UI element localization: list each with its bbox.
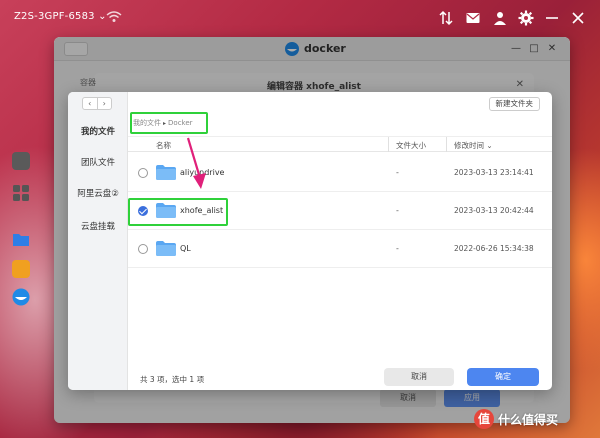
docker-icon[interactable] — [12, 288, 30, 306]
folder-icon — [156, 241, 176, 256]
row-date: 2023-03-13 23:14:41 — [454, 168, 534, 177]
breadcrumb: 我的文件 ▸ Docker — [130, 112, 208, 134]
sidebar-item-cloud-mount[interactable]: 云盘挂载 — [68, 220, 128, 232]
nav-forward-button[interactable]: › — [98, 98, 112, 109]
folder-icon — [156, 203, 176, 218]
folder-icon — [156, 165, 176, 180]
drive-icon[interactable] — [12, 152, 30, 170]
watermark-logo: 值 — [474, 409, 494, 429]
breadcrumb-separator-icon: ▸ — [163, 120, 167, 127]
column-divider — [446, 137, 447, 152]
row-name: aliyundrive — [180, 168, 225, 177]
row-radio-checked[interactable] — [138, 206, 148, 216]
picker-sidebar: ‹ › 我的文件 团队文件 阿里云盘② 云盘挂载 — [68, 92, 128, 390]
column-name[interactable]: 名称 — [156, 140, 171, 151]
column-modified[interactable]: 修改时间 ⌄ — [454, 140, 493, 151]
column-size[interactable]: 文件大小 — [396, 140, 426, 151]
user-icon[interactable] — [492, 10, 508, 26]
row-size: - — [396, 168, 399, 177]
file-picker-dialog: ‹ › 我的文件 团队文件 阿里云盘② 云盘挂载 新建文件夹 我的文件 ▸ Dock… — [68, 92, 552, 390]
folder-icon[interactable] — [12, 230, 30, 248]
nav-back-button[interactable]: ‹ — [83, 98, 98, 109]
table-row[interactable]: aliyundrive - 2023-03-13 23:14:41 — [128, 154, 552, 192]
minimize-icon[interactable] — [544, 10, 560, 26]
watermark-text: 什么值得买 — [498, 412, 559, 427]
sidebar-item-team-files[interactable]: 团队文件 — [68, 156, 128, 168]
gear-icon[interactable] — [518, 10, 534, 26]
row-date: 2023-03-13 20:42:44 — [454, 206, 534, 215]
ok-button[interactable]: 确定 — [467, 368, 539, 386]
nav-arrows: ‹ › — [82, 97, 112, 110]
top-bar: Z2S-3GPF-6583 ⌄ — [0, 0, 600, 36]
app-store-icon[interactable] — [12, 260, 30, 278]
device-name[interactable]: Z2S-3GPF-6583 ⌄ — [14, 11, 107, 22]
table-row-selected[interactable]: xhofe_alist - 2023-03-13 20:42:44 — [128, 192, 552, 230]
apps-grid-icon[interactable] — [12, 184, 30, 202]
cancel-button[interactable]: 取消 — [384, 368, 454, 386]
close-icon[interactable] — [570, 10, 586, 26]
dock — [8, 140, 34, 320]
row-radio[interactable] — [138, 244, 148, 254]
column-divider — [388, 137, 389, 152]
watermark: 值 什么值得买 — [474, 408, 558, 430]
mail-icon[interactable] — [465, 10, 481, 26]
row-radio[interactable] — [138, 168, 148, 178]
row-size: - — [396, 244, 399, 253]
wifi-icon — [106, 11, 122, 22]
row-name: xhofe_alist — [180, 206, 224, 215]
sidebar-item-aliyun-drive[interactable]: 阿里云盘② — [68, 187, 128, 199]
row-size: - — [396, 206, 399, 215]
row-name: QL — [180, 244, 191, 253]
table-row[interactable]: QL - 2022-06-26 15:34:38 — [128, 230, 552, 268]
transfer-icon[interactable] — [438, 10, 454, 26]
new-folder-button[interactable]: 新建文件夹 — [488, 97, 540, 111]
sidebar-item-my-files[interactable]: 我的文件 — [68, 125, 128, 137]
breadcrumb-item-docker[interactable]: Docker — [168, 119, 193, 127]
table-header: 名称 文件大小 修改时间 ⌄ — [128, 136, 552, 152]
breadcrumb-item-my-files[interactable]: 我的文件 — [133, 119, 161, 127]
selection-status: 共 3 项，选中 1 项 — [140, 375, 205, 384]
row-date: 2022-06-26 15:34:38 — [454, 244, 534, 253]
